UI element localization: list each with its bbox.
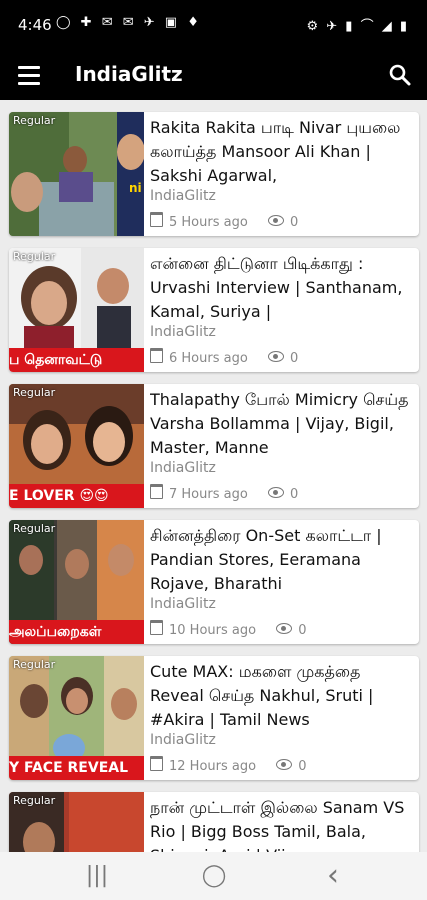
hamburger-menu-icon[interactable] <box>18 66 40 86</box>
category-tag: Regular <box>13 386 56 399</box>
calendar-icon <box>150 212 163 227</box>
category-tag: Regular <box>13 658 56 671</box>
article-meta: 10 Hours ago 0 <box>150 620 307 638</box>
recents-button[interactable]: ||| <box>82 864 112 888</box>
calendar-icon <box>150 484 163 499</box>
article-time: 5 Hours ago <box>169 215 248 230</box>
article-title[interactable]: Rakita Rakita பாடி Nivar புயலை கலாய்த்த … <box>150 116 412 188</box>
app-bar: IndiaGlitz <box>0 52 427 100</box>
article-source: IndiaGlitz <box>150 324 216 340</box>
system-status-icons: ⚙ ✈ ▮ ⌒ ◢ ▮ <box>306 19 409 34</box>
app-title: IndiaGlitz <box>75 62 183 86</box>
view-count: 0 <box>298 759 307 774</box>
article-time: 12 Hours ago <box>169 759 257 774</box>
article-meta: 5 Hours ago 0 <box>150 212 298 230</box>
home-button[interactable]: ◯ <box>199 864 229 888</box>
thumbnail-caption: E LOVER 😍😍 <box>9 484 144 508</box>
thumbnail-caption: அலப்பறைகள் <box>9 620 144 644</box>
calendar-icon <box>150 756 163 771</box>
article-card[interactable]: Regular Y FACE REVEAL Cute MAX: மகளை முக… <box>9 656 419 780</box>
article-source: IndiaGlitz <box>150 460 216 476</box>
article-source: IndiaGlitz <box>150 732 216 748</box>
eye-icon <box>276 759 293 770</box>
article-title[interactable]: Cute MAX: மகளை முகத்தை Reveal செய்த Nakh… <box>150 660 412 732</box>
view-count: 0 <box>298 623 307 638</box>
eye-icon <box>267 215 284 226</box>
thumbnail-caption: Y FACE REVEAL <box>9 756 144 780</box>
notification-icons: ◯ ✚ ✉ ✉ ✈ ▣ ♦ <box>56 15 202 30</box>
article-thumbnail[interactable]: ni <box>9 112 144 236</box>
view-count: 0 <box>289 487 299 502</box>
category-tag: Regular <box>13 522 56 535</box>
article-time: 6 Hours ago <box>169 351 248 366</box>
article-feed[interactable]: ni Regular Rakita Rakita பாடி Nivar புயல… <box>0 100 427 852</box>
calendar-icon <box>150 348 163 363</box>
status-time: 4:46 <box>18 16 52 34</box>
article-meta: 12 Hours ago 0 <box>150 756 307 774</box>
article-title[interactable]: Thalapathy போல் Mimicry செய்த Varsha Bol… <box>150 388 412 460</box>
eye-icon <box>267 487 284 498</box>
thumbnail-caption: ப தெனாவட்டு <box>9 348 144 372</box>
calendar-icon <box>150 620 163 635</box>
category-tag: Regular <box>13 794 56 807</box>
article-meta: 7 Hours ago 0 <box>150 484 298 502</box>
article-card[interactable]: Regular ப தெனாவட்டு என்னை திட்டுனா பிடிக… <box>9 248 419 372</box>
article-time: 10 Hours ago <box>169 623 257 638</box>
svg-text:ni: ni <box>129 181 142 195</box>
search-icon[interactable] <box>387 62 413 88</box>
view-count: 0 <box>289 351 299 366</box>
article-card[interactable]: Regular நான் முட்டாள் இல்லை Sanam VS Rio… <box>9 792 419 852</box>
article-title[interactable]: என்னை திட்டுனா பிடிக்காது : Urvashi Inte… <box>150 252 412 324</box>
category-tag: Regular <box>13 250 56 263</box>
article-source: IndiaGlitz <box>150 188 216 204</box>
article-title[interactable]: சின்னத்திரை On-Set கலாட்டா | Pandian Sto… <box>150 524 412 596</box>
article-card[interactable]: Regular அலப்பறைகள் சின்னத்திரை On-Set கல… <box>9 520 419 644</box>
article-meta: 6 Hours ago 0 <box>150 348 298 366</box>
back-button[interactable]: ‹ <box>318 861 348 891</box>
eye-icon <box>276 623 293 634</box>
view-count: 0 <box>289 215 299 230</box>
eye-icon <box>267 351 284 362</box>
article-card[interactable]: Regular E LOVER 😍😍 Thalapathy போல் Mimic… <box>9 384 419 508</box>
status-bar: 4:46 ◯ ✚ ✉ ✉ ✈ ▣ ♦ ⚙ ✈ ▮ ⌒ ◢ ▮ <box>0 0 427 52</box>
system-navigation-bar: ||| ◯ ‹ <box>0 852 427 900</box>
article-title[interactable]: நான் முட்டாள் இல்லை Sanam VS Rio | Bigg … <box>150 796 412 852</box>
article-card[interactable]: ni Regular Rakita Rakita பாடி Nivar புயல… <box>9 112 419 236</box>
category-tag: Regular <box>13 114 56 127</box>
article-time: 7 Hours ago <box>169 487 248 502</box>
article-source: IndiaGlitz <box>150 596 216 612</box>
